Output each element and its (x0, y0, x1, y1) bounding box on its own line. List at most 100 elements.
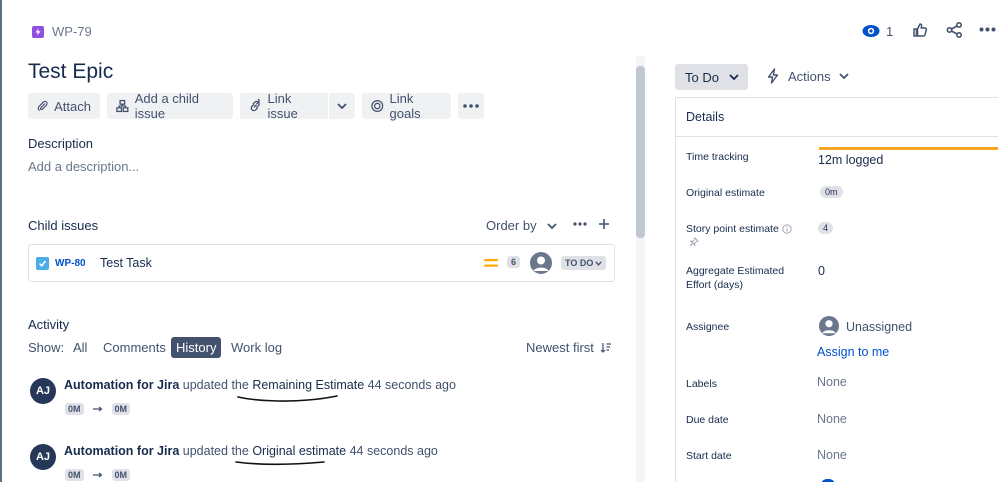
info-icon[interactable] (782, 224, 792, 234)
sort-icon (600, 342, 611, 353)
details-heading[interactable]: Details (686, 110, 724, 124)
filter-work-log[interactable]: Work log (226, 337, 287, 358)
link-goals-button[interactable]: Link goals (362, 91, 451, 121)
sort-label: Newest first (526, 340, 594, 355)
story-points-value[interactable]: 4 (818, 222, 834, 234)
aggregate-label-line-2: Effort (days) (686, 279, 743, 291)
due-date-value[interactable]: None (817, 412, 847, 426)
breadcrumb: WP-79 (32, 24, 92, 39)
time-tracking-value[interactable]: 12m logged (818, 153, 883, 167)
priority-medium-icon (484, 259, 498, 267)
status-label: To Do (685, 69, 719, 85)
more-icon[interactable] (979, 27, 996, 32)
change-diff: 0M 0M (65, 469, 131, 481)
more-icon (463, 104, 479, 108)
show-label: Show: (28, 340, 65, 355)
assignee-value[interactable]: Unassigned (846, 320, 912, 334)
chevron-down-icon (337, 103, 347, 109)
description-field[interactable]: Add a description... (28, 159, 139, 174)
avatar: AJ (30, 378, 56, 404)
original-estimate-label: Original estimate (686, 187, 765, 199)
assignee-label: Assignee (686, 321, 730, 333)
description-heading: Description (28, 136, 94, 151)
link-issue-button[interactable]: Link issue (240, 91, 328, 121)
status-lozenge[interactable]: TO DO (561, 256, 607, 270)
order-by-dropdown[interactable]: Order by (486, 218, 557, 233)
aggregate-value[interactable]: 0 (818, 264, 825, 278)
status-dropdown[interactable]: To Do (675, 64, 748, 90)
add-child-issue-button[interactable]: Add a child issue (107, 91, 233, 121)
watch-button[interactable]: 1 (862, 22, 893, 40)
chevron-down-icon (839, 73, 849, 79)
labels-value[interactable]: None (817, 375, 847, 389)
task-checkbox-icon (36, 257, 49, 270)
labels-label: Labels (686, 378, 717, 390)
start-date-label: Start date (686, 450, 732, 462)
activity-field: Original estimate (252, 444, 347, 458)
order-by-label: Order by (486, 218, 537, 233)
watch-count: 1 (886, 23, 894, 39)
from-value: 0M (65, 403, 84, 415)
epic-icon (32, 25, 44, 38)
chevron-down-icon (595, 260, 603, 266)
add-child-plus-icon[interactable] (598, 218, 610, 230)
activity-entry: Automation for Jira updated the Original… (64, 444, 438, 458)
more-actions-button[interactable] (458, 93, 484, 119)
child-more-icon[interactable] (573, 222, 587, 226)
issue-key-link[interactable]: WP-79 (52, 24, 92, 39)
attach-button[interactable]: Attach (28, 93, 100, 119)
link-issue-label: Link issue (267, 91, 298, 121)
details-panel: Details Time tracking 12m logged Origina… (675, 97, 998, 482)
change-diff: 0M 0M (65, 403, 131, 415)
chevron-down-icon (729, 74, 739, 80)
handwritten-underline (237, 395, 338, 402)
filter-comments[interactable]: Comments (98, 337, 171, 358)
child-issue-row[interactable]: WP-80 Test Task 6 TO DO (28, 244, 615, 282)
scrollbar-thumb[interactable] (636, 66, 645, 238)
thumbs-up-icon[interactable] (912, 22, 928, 38)
link-issue-dropdown[interactable] (329, 93, 355, 119)
sort-toggle[interactable]: Newest first (526, 340, 612, 355)
avatar: AJ (30, 444, 56, 470)
activity-time: 44 seconds ago (367, 378, 456, 392)
issue-title[interactable]: Test Epic (28, 60, 113, 84)
assignee-avatar (530, 252, 552, 274)
activity-actor[interactable]: Automation for Jira (64, 378, 179, 392)
chevron-down-icon (546, 222, 557, 229)
add-child-label: Add a child issue (134, 91, 200, 121)
left-border (0, 0, 2, 482)
paperclip-icon (37, 100, 48, 112)
link-goals-label: Link goals (389, 91, 421, 121)
original-estimate-value[interactable]: 0m (820, 186, 843, 198)
story-points-label-group: Story point estimate (686, 223, 792, 235)
story-points-badge: 6 (507, 256, 521, 268)
activity-verb: updated the (182, 444, 249, 458)
link-icon (250, 99, 260, 112)
arrow-right-icon (92, 472, 102, 478)
activity-actor[interactable]: Automation for Jira (64, 444, 179, 458)
filter-all[interactable]: All (68, 337, 92, 358)
attach-label: Attach (54, 98, 91, 114)
filter-history[interactable]: History (171, 337, 222, 358)
status-label: TO DO (565, 258, 594, 268)
due-date-label: Due date (686, 414, 729, 426)
activity-time: 44 seconds ago (349, 444, 438, 458)
activity-verb: updated the (182, 378, 249, 392)
child-issue-key[interactable]: WP-80 (55, 258, 86, 269)
start-date-value[interactable]: None (817, 448, 847, 462)
pin-icon[interactable] (689, 237, 699, 247)
from-value: 0M (65, 469, 84, 481)
child-issues-heading: Child issues (28, 218, 99, 233)
assign-to-me-link[interactable]: Assign to me (817, 345, 889, 359)
activity-heading: Activity (28, 317, 70, 332)
share-icon[interactable] (946, 22, 963, 38)
activity-field: Remaining Estimate (252, 378, 365, 392)
time-tracking-bar (819, 147, 998, 150)
actions-label: Actions (788, 68, 831, 84)
arrow-right-icon (92, 406, 102, 412)
eye-icon (862, 25, 880, 37)
story-points-label: Story point estimate (686, 223, 779, 235)
child-issue-summary[interactable]: Test Task (100, 256, 152, 270)
handwritten-underline (235, 461, 325, 466)
actions-dropdown[interactable]: Actions (766, 68, 849, 84)
